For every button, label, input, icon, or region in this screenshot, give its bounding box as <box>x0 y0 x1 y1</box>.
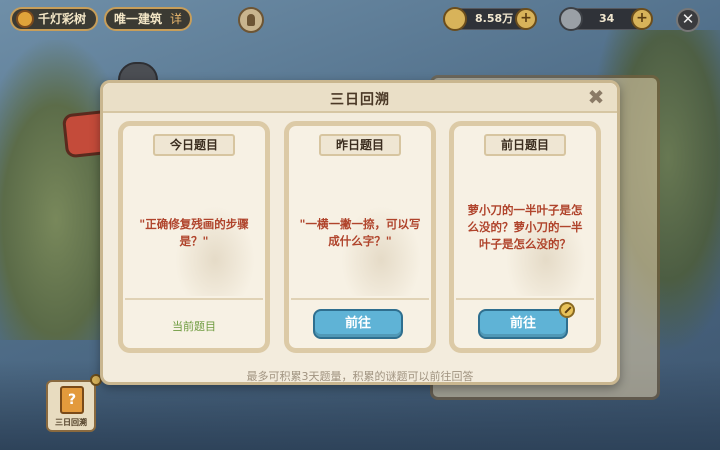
card-question: "正确修复残画的步骤是？" <box>139 217 249 248</box>
detail-link[interactable]: 详 <box>170 9 182 29</box>
add-tokens-button[interactable]: + <box>631 8 653 30</box>
token-icon <box>559 7 583 31</box>
coins-counter: 8.58万 + <box>443 7 537 31</box>
dialog-title: 三日回溯 <box>330 92 390 108</box>
three-day-review-label: 三日回溯 <box>55 418 87 427</box>
current-question-label: 当前题目 <box>172 320 216 333</box>
coin-icon <box>443 7 467 31</box>
dialog-header: 三日回溯 ✖ <box>103 83 617 113</box>
card-question: "一横一撇一捺，可以写成什么字？" <box>299 217 421 248</box>
card-tag: 前日题目 <box>484 134 566 156</box>
card-tag: 今日题目 <box>153 134 235 156</box>
coins-value: 8.58万 <box>475 12 514 25</box>
question-card-today: 今日题目 "正确修复残画的步骤是？" 当前题目 <box>118 121 270 353</box>
tokens-value: 34 <box>599 12 615 25</box>
card-question: 萝小刀的一半叶子是怎么没的？萝小刀的一半叶子是怎么没的？ <box>467 202 583 251</box>
card-tag: 昨日题目 <box>319 134 401 156</box>
three-day-review-dialog: 三日回溯 ✖ 今日题目 "正确修复残画的步骤是？" 当前题目 昨日题目 "一横一… <box>100 80 620 385</box>
add-coins-button[interactable]: + <box>515 8 537 30</box>
go-button-day-before[interactable]: 前往 <box>478 309 568 339</box>
tree-name-badge[interactable]: 千灯彩树 <box>10 7 99 31</box>
card-divider <box>456 298 594 300</box>
tokens-counter: 34 + <box>559 7 653 31</box>
dialog-close-icon[interactable]: ✖ <box>585 86 607 108</box>
wheat-icon-button[interactable] <box>238 7 264 33</box>
go-button-yesterday[interactable]: 前往 <box>313 309 403 339</box>
building-text: 唯一建筑 <box>114 12 163 26</box>
question-book-icon: ? <box>60 386 84 414</box>
question-card-day-before: 前日题目 萝小刀的一半叶子是怎么没的？萝小刀的一半叶子是怎么没的？ 前往 <box>449 121 601 353</box>
pencil-icon <box>559 302 575 318</box>
question-card-yesterday: 昨日题目 "一横一撇一捺，可以写成什么字？" 前往 <box>284 121 436 353</box>
close-icon[interactable]: ✕ <box>676 8 700 32</box>
building-badge[interactable]: 唯一建筑 详 <box>104 7 193 31</box>
dialog-footer-note: 最多可积累3天题量，积累的谜题可以前往回答 <box>246 370 474 383</box>
lantern-icon <box>16 10 34 28</box>
tree-name-text: 千灯彩树 <box>38 12 87 26</box>
three-day-review-button[interactable]: ? 三日回溯 <box>46 380 96 432</box>
card-divider <box>125 298 263 300</box>
card-divider <box>291 298 429 300</box>
